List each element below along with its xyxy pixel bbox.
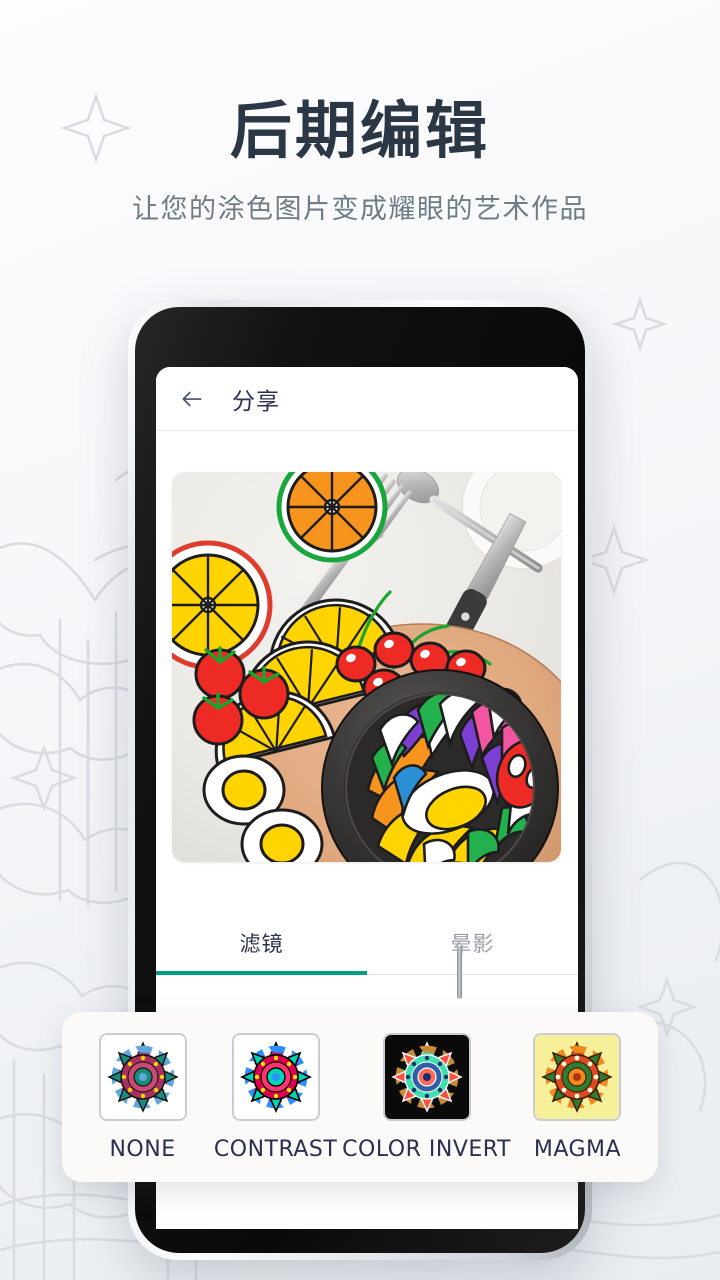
filter-thumbnail[interactable]	[98, 1032, 187, 1121]
filter-label: COLOR INVERT	[342, 1136, 511, 1162]
filter-thumbnail[interactable]	[382, 1032, 471, 1121]
filter-strip: NONE CONTRAST COLOR INVERT MAGMA	[62, 1012, 658, 1182]
filter-label: CONTRAST	[213, 1136, 338, 1162]
tab-filters[interactable]: 滤镜	[156, 914, 367, 974]
arrow-left-icon[interactable]	[178, 385, 206, 413]
tab-vignette[interactable]: 晕影	[367, 914, 578, 974]
app-bar-title: 分享	[232, 388, 280, 415]
filter-label: MAGMA	[533, 1136, 622, 1162]
page-title: 后期编辑	[229, 94, 490, 167]
filter-option-contrast[interactable]: CONTRAST	[209, 1032, 342, 1162]
filter-option-color-invert[interactable]: COLOR INVERT	[342, 1032, 511, 1162]
colored-photo-preview[interactable]	[172, 472, 561, 862]
filter-label: NONE	[109, 1136, 176, 1162]
filter-thumbnail[interactable]	[231, 1032, 320, 1121]
preview-area	[156, 431, 578, 862]
app-bar: 分享	[156, 367, 578, 431]
tab-active-indicator	[156, 971, 367, 975]
filter-option-magma[interactable]: MAGMA	[511, 1032, 644, 1162]
promo-header: 后期编辑 让您的涂色图片变成耀眼的艺术作品	[0, 96, 720, 226]
page-subtitle: 让您的涂色图片变成耀眼的艺术作品	[132, 194, 588, 226]
filter-option-none[interactable]: NONE	[76, 1032, 209, 1162]
editor-tabs: 滤镜 晕影	[156, 914, 578, 975]
filter-thumbnail[interactable]	[533, 1032, 622, 1121]
volume-up-button[interactable]	[457, 947, 462, 999]
